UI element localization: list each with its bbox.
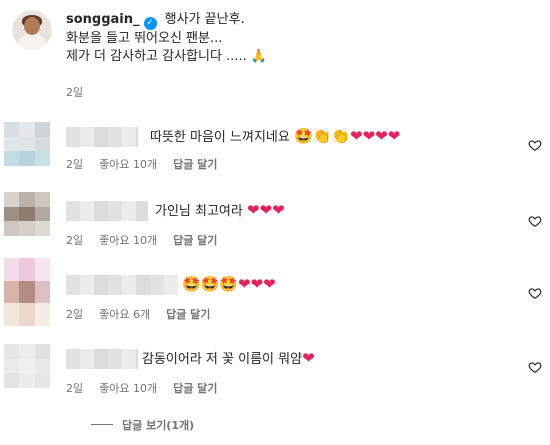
folded-hands-icon: 🙏: [250, 49, 268, 64]
comment-meta: 2일 좋아요 10개 답글 달기: [66, 232, 233, 248]
reply-button[interactable]: 답글 달기: [173, 382, 217, 395]
comment-time[interactable]: 2일: [66, 234, 83, 247]
comment-emojis: 🤩👏👏❤❤❤❤: [293, 127, 401, 145]
comment-avatar[interactable]: [4, 344, 50, 388]
reply-button[interactable]: 답글 달기: [166, 308, 210, 321]
comment-username-blurred[interactable]: [66, 349, 138, 369]
heart-like-icon[interactable]: [528, 286, 542, 300]
view-replies-line: [91, 424, 113, 425]
comment-username-blurred[interactable]: [66, 275, 178, 295]
comment-meta: 2일 좋아요 10개 답글 달기: [66, 380, 233, 396]
post-time[interactable]: 2일: [66, 84, 83, 100]
comment-time[interactable]: 2일: [66, 158, 83, 171]
comment-text: 가인님 최고여라: [155, 204, 243, 219]
comment-likes[interactable]: 좋아요 10개: [99, 382, 157, 395]
post-username[interactable]: songgain_: [66, 12, 140, 27]
comment-emojis: ❤: [302, 349, 315, 367]
verified-badge-icon: ✓: [143, 17, 157, 30]
comment-emojis: 🤩🤩🤩❤❤❤: [182, 275, 276, 293]
comment-text-row: 가인님 최고여라 ❤❤❤: [155, 200, 285, 222]
comment-text: 따뜻한 마음이 느껴지네요: [150, 130, 290, 145]
reply-button[interactable]: 답글 달기: [173, 158, 217, 171]
heart-like-icon[interactable]: [528, 214, 542, 228]
reply-button[interactable]: 답글 달기: [173, 234, 217, 247]
comment-avatar[interactable]: [4, 192, 50, 236]
comment-username-blurred[interactable]: [66, 201, 148, 221]
comment-likes[interactable]: 좋아요 6개: [99, 308, 150, 321]
caption-line-3: 제가 더 감사하고 감사합니다 .....: [66, 49, 247, 64]
heart-like-icon[interactable]: [528, 138, 542, 152]
comment-time[interactable]: 2일: [66, 308, 83, 321]
post-author-avatar[interactable]: [12, 10, 52, 50]
comment-text-row: 감동이어라 저 꽃 이름이 뭐얌❤: [142, 348, 315, 370]
comment-emojis: ❤❤❤: [247, 201, 285, 219]
caption-line-1: 행사가 끝난후.: [164, 12, 245, 27]
comment-meta: 2일 좋아요 6개 답글 달기: [66, 306, 226, 322]
post-caption: songgain_ ✓ 행사가 끝난후. 화분을 들고 뛰어오신 팬분... 제가…: [66, 11, 267, 66]
caption-line-2: 화분을 들고 뛰어오신 팬분...: [66, 31, 223, 46]
view-replies-button[interactable]: 답글 보기(1개): [122, 417, 194, 433]
comment-text-row: 🤩🤩🤩❤❤❤: [182, 274, 276, 296]
comment-text: 감동이어라 저 꽃 이름이 뭐얌: [142, 352, 303, 367]
comment-username-blurred[interactable]: [66, 127, 138, 147]
comment-avatar[interactable]: [4, 258, 50, 326]
comment-avatar[interactable]: [4, 122, 50, 166]
comment-time[interactable]: 2일: [66, 382, 83, 395]
comment-likes[interactable]: 좋아요 10개: [99, 234, 157, 247]
heart-like-icon[interactable]: [528, 360, 542, 374]
comment-meta: 2일 좋아요 10개 답글 달기: [66, 156, 233, 172]
comment-likes[interactable]: 좋아요 10개: [99, 158, 157, 171]
comment-text-row: 따뜻한 마음이 느껴지네요 🤩👏👏❤❤❤❤: [150, 126, 400, 148]
